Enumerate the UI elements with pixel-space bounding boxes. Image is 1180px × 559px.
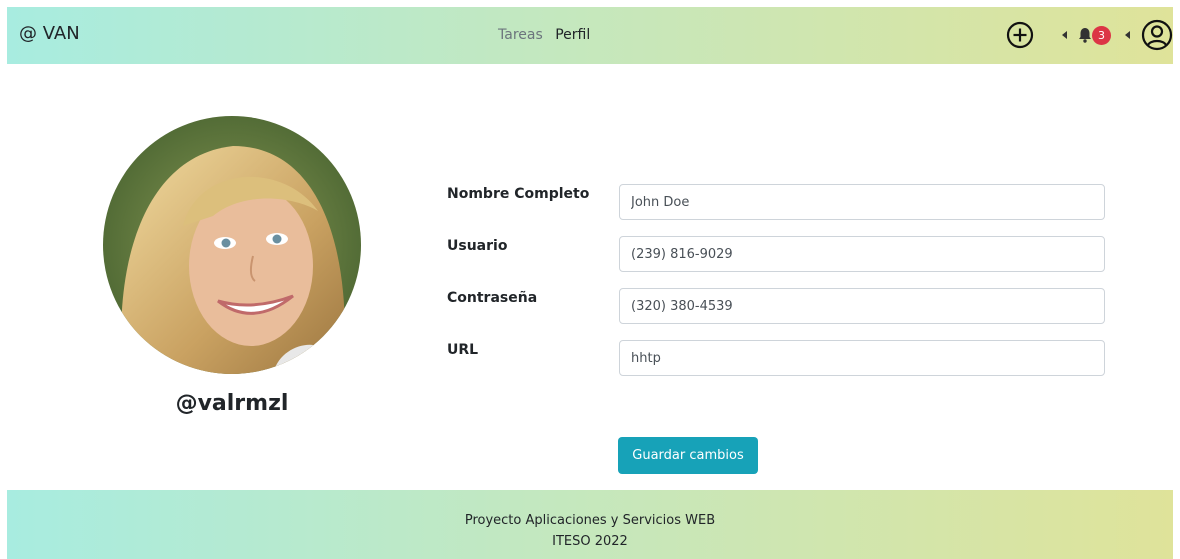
caret-left-icon[interactable] [1062,31,1068,39]
username-field[interactable] [619,236,1105,272]
footer-institution: ITESO 2022 [552,534,628,549]
password-field[interactable] [619,288,1105,324]
nav-links: Tareas Perfil [498,27,598,43]
full-name-field[interactable] [619,184,1105,220]
bell-icon[interactable] [1078,27,1092,43]
brand-logo[interactable]: @ VAN [19,23,80,44]
profile-photo [103,116,361,374]
plus-circle-icon[interactable] [1006,21,1034,49]
nav-link-tareas[interactable]: Tareas [498,27,543,43]
footer: Proyecto Aplicaciones y Servicios WEB IT… [7,490,1173,559]
footer-project-title: Proyecto Aplicaciones y Servicios WEB [464,513,716,528]
user-circle-icon[interactable] [1141,19,1173,51]
save-changes-button[interactable]: Guardar cambios [618,437,758,474]
notification-badge: 3 [1092,26,1111,45]
caret-left-icon[interactable] [1125,31,1131,39]
nav-link-perfil[interactable]: Perfil [555,27,590,43]
url-field[interactable] [619,340,1105,376]
url-label: URL [447,342,479,358]
full-name-label: Nombre Completo [447,186,590,202]
profile-username: @valrmzl [175,391,289,416]
profile-avatar [103,116,361,374]
password-label: Contraseña [447,290,538,306]
username-label: Usuario [447,238,508,254]
navbar: @ VAN Tareas Perfil 3 [7,7,1173,64]
